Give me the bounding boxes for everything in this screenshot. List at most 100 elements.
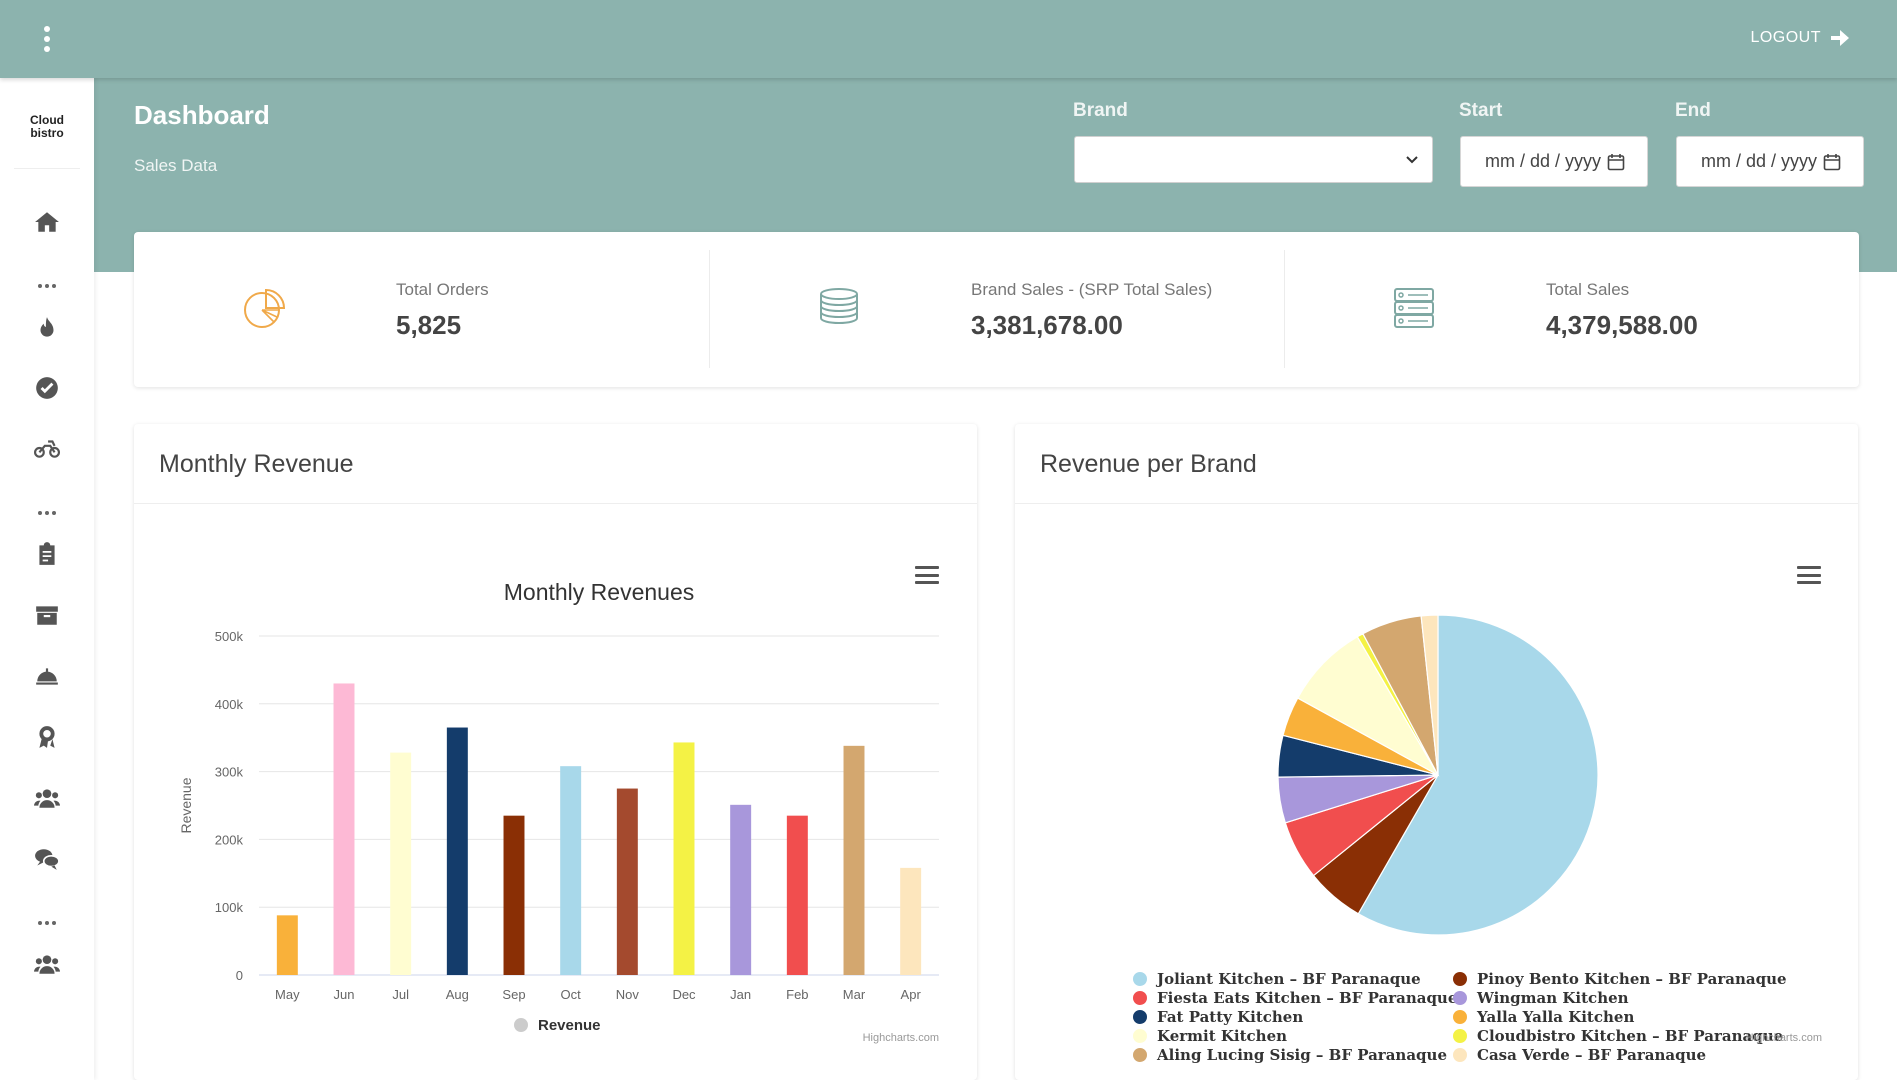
monthly-revenue-card: Monthly Revenue Monthly Revenues Revenue 0… [134, 424, 977, 1080]
legend-marker [1453, 1010, 1467, 1024]
y-axis-title: Revenue [178, 777, 194, 833]
x-tick-label: Oct [561, 987, 582, 1002]
stat-label: Brand Sales - (SRP Total Sales) [971, 280, 1213, 299]
x-tick-label: Sep [502, 987, 525, 1002]
arrow-right-icon [1831, 30, 1849, 46]
sidebar-item-home[interactable] [30, 205, 64, 239]
page-title: Dashboard [134, 100, 270, 130]
stat-total-orders: Total Orders 5,825 [134, 232, 709, 387]
server-icon [1394, 288, 1434, 328]
calendar-icon[interactable] [1823, 153, 1841, 171]
x-tick-label: Jun [334, 987, 355, 1002]
legend-marker [1133, 991, 1147, 1005]
stat-label: Total Sales [1546, 280, 1630, 299]
x-tick-label: Apr [901, 987, 922, 1002]
pie-chart-icon [244, 288, 286, 328]
stat-value: 4,379,588.00 [1546, 310, 1698, 340]
home-icon [35, 212, 59, 232]
nav-separator [38, 283, 56, 289]
legend-marker [1133, 1048, 1147, 1062]
bar [276, 915, 298, 975]
coins-icon [820, 288, 858, 325]
bar [560, 766, 582, 975]
card-title: Monthly Revenue [134, 424, 977, 504]
bar [843, 745, 865, 975]
start-label: Start [1459, 100, 1503, 121]
clipboard-icon [39, 542, 55, 565]
brand-label: Brand [1073, 100, 1128, 121]
logo-divider [14, 168, 80, 169]
y-tick-label: 400k [215, 697, 244, 712]
end-label: End [1675, 100, 1711, 121]
start-date-input[interactable]: mm / dd / yyyy [1460, 136, 1648, 187]
page-subtitle: Sales Data [134, 156, 218, 175]
sidebar-item-products[interactable] [30, 598, 64, 632]
logout-button[interactable]: LOGOUT [1750, 26, 1851, 50]
logout-label: LOGOUT [1750, 29, 1821, 46]
legend-label: Aling Lucing Sisig – BF Paranaque [1156, 1046, 1447, 1064]
sidebar-item-orders[interactable] [30, 537, 64, 571]
x-tick-label: May [275, 987, 300, 1002]
stat-value: 5,825 [396, 310, 462, 340]
calendar-icon[interactable] [1607, 153, 1625, 171]
x-tick-label: Jul [392, 987, 409, 1002]
check-circle-icon [36, 377, 58, 399]
legend-label: Fat Patty Kitchen [1157, 1008, 1303, 1026]
chevron-down-icon [1406, 156, 1418, 164]
bar [503, 815, 525, 975]
sidebar-item-users[interactable] [30, 781, 64, 815]
bar [390, 752, 412, 975]
card-title: Revenue per Brand [1015, 424, 1858, 504]
bar [730, 804, 752, 975]
stat-brand-sales: Brand Sales - (SRP Total Sales) 3,381,67… [709, 232, 1284, 387]
x-tick-label: Mar [843, 987, 866, 1002]
stats-card: Total Orders 5,825 Brand Sales - (SRP To… [134, 232, 1859, 387]
motorcycle-icon [34, 440, 60, 458]
x-tick-label: Feb [786, 987, 808, 1002]
sidebar-item-service[interactable] [30, 659, 64, 693]
legend-label: Revenue [538, 1017, 601, 1034]
legend-marker [1453, 1029, 1467, 1043]
cloudbistro-logo[interactable]: Cloud bistro [20, 114, 74, 140]
revenue-per-brand-chart: Joliant Kitchen – BF Paranaque Pinoy Bent… [1133, 614, 1787, 1064]
menu-dots-button[interactable] [36, 22, 58, 56]
nav-separator [38, 510, 56, 516]
stat-total-sales: Total Sales 4,379,588.00 [1284, 232, 1859, 387]
revenue-per-brand-card: Revenue per Brand Joliant Kitchen – BF P… [1015, 424, 1858, 1080]
users-icon [34, 789, 60, 808]
bar [333, 683, 355, 975]
legend-label: Cloudbistro Kitchen – BF Paranaque [1477, 1027, 1783, 1045]
sidebar-item-fire[interactable] [30, 311, 64, 345]
legend-marker [514, 1018, 528, 1032]
highcharts-credits[interactable]: Highcharts.com [1746, 1032, 1822, 1044]
nav-separator [38, 920, 56, 926]
brand-select[interactable] [1074, 136, 1433, 183]
end-date-placeholder: mm / dd / yyyy [1701, 151, 1818, 171]
box-icon [36, 606, 58, 625]
end-date-input[interactable]: mm / dd / yyyy [1676, 136, 1864, 187]
bar [616, 788, 638, 975]
legend-label: Kermit Kitchen [1157, 1027, 1287, 1045]
legend-marker [1133, 1029, 1147, 1043]
sidebar-item-rewards[interactable] [30, 720, 64, 754]
legend-marker [1453, 972, 1467, 986]
legend-marker [1133, 1010, 1147, 1024]
sidebar-item-messages[interactable] [30, 842, 64, 876]
bar [446, 727, 468, 975]
x-tick-label: Dec [672, 987, 696, 1002]
sidebar-item-delivery[interactable] [30, 431, 64, 465]
y-tick-label: 200k [215, 832, 244, 847]
legend-label: Yalla Yalla Kitchen [1476, 1008, 1634, 1026]
y-tick-label: 500k [215, 629, 244, 644]
sidebar-item-check[interactable] [30, 371, 64, 405]
bar [786, 815, 808, 975]
stat-label: Total Orders [396, 280, 489, 299]
sidebar-item-team[interactable] [30, 947, 64, 981]
bar [900, 867, 922, 975]
legend-marker [1133, 972, 1147, 986]
team-icon [34, 955, 60, 974]
fire-icon [40, 317, 54, 337]
monthly-revenues-chart: Monthly Revenues Revenue 0 100k 200k 300k 400k… [178, 579, 939, 1034]
bar [673, 742, 695, 975]
highcharts-credits[interactable]: Highcharts.com [863, 1032, 939, 1044]
